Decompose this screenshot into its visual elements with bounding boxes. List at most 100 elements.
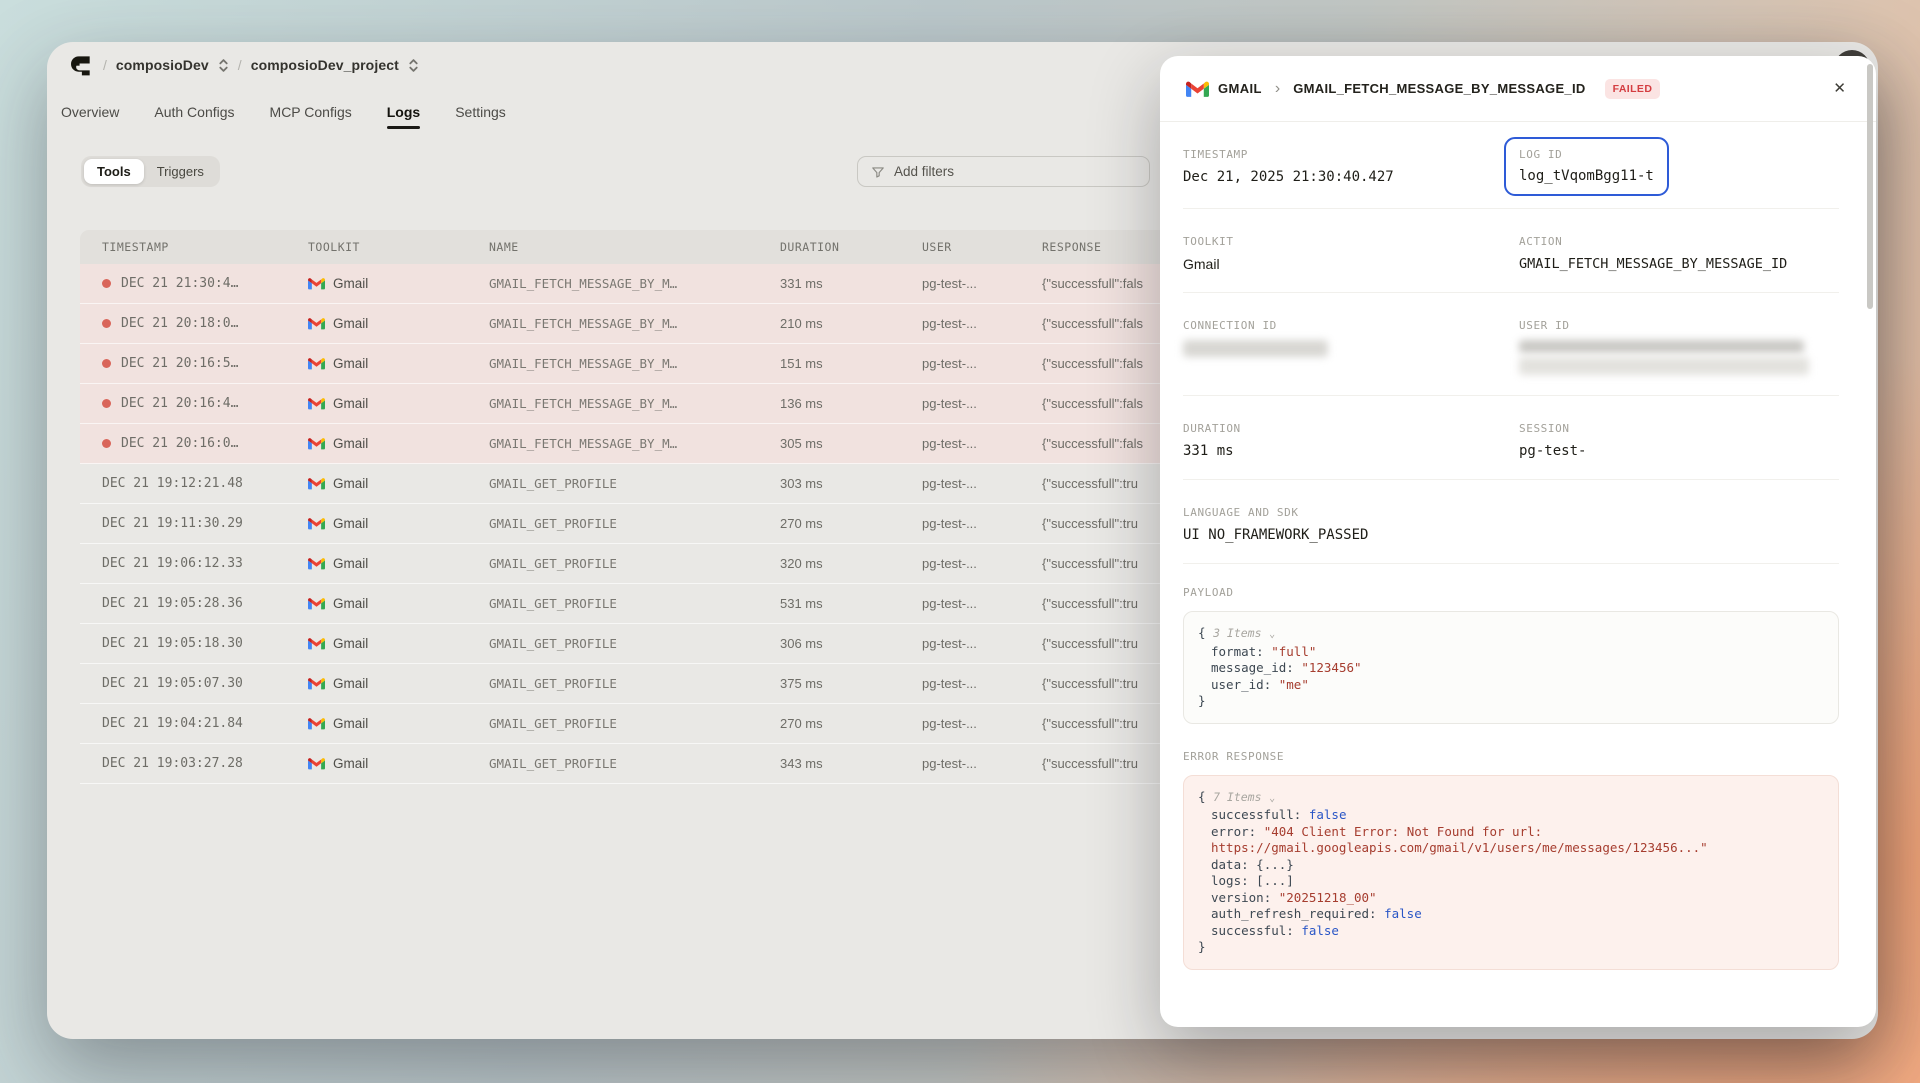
- field-label: TOOLKIT: [1183, 235, 1519, 248]
- field-row-language: LANGUAGE AND SDK UI NO_FRAMEWORK_PASSED: [1183, 480, 1839, 564]
- code-line: }: [1198, 693, 1824, 710]
- cell-duration: 531 ms: [780, 596, 922, 611]
- cell-user: pg-test-...: [922, 436, 1042, 451]
- cell-timestamp: DEC 21 20:18:0…: [102, 316, 308, 331]
- cell-user: pg-test-...: [922, 476, 1042, 491]
- error-response-section: ERROR RESPONSE { 7 Items ⌄successfull: f…: [1183, 728, 1839, 974]
- cell-toolkit: Gmail: [308, 316, 489, 331]
- panel-scrollbar[interactable]: [1867, 64, 1873, 309]
- code-line: { 3 Items ⌄: [1198, 625, 1824, 644]
- org-switcher-icon[interactable]: [218, 58, 229, 73]
- code-line: }: [1198, 939, 1824, 956]
- cell-toolkit: Gmail: [308, 516, 489, 531]
- field-timestamp: TIMESTAMP Dec 21, 2025 21:30:40.427: [1183, 148, 1519, 188]
- cell-user: pg-test-...: [922, 596, 1042, 611]
- cell-timestamp: DEC 21 19:05:18.30: [102, 636, 308, 651]
- cell-user: pg-test-...: [922, 556, 1042, 571]
- panel-toolkit-name: GMAIL: [1218, 81, 1262, 96]
- cell-timestamp: DEC 21 19:05:07.30: [102, 676, 308, 691]
- cell-user: pg-test-...: [922, 276, 1042, 291]
- field-row-toolkit-action: TOOLKIT Gmail ACTION GMAIL_FETCH_MESSAGE…: [1183, 209, 1839, 293]
- gmail-icon: [308, 437, 325, 450]
- code-line: message_id: "123456": [1198, 660, 1824, 677]
- cell-name: GMAIL_GET_PROFILE: [489, 596, 780, 611]
- tab-settings[interactable]: Settings: [455, 103, 506, 121]
- tab-auth-configs[interactable]: Auth Configs: [154, 103, 234, 121]
- org-name[interactable]: composioDev: [116, 57, 209, 73]
- cell-toolkit: Gmail: [308, 396, 489, 411]
- field-value: GMAIL_FETCH_MESSAGE_BY_MESSAGE_ID: [1519, 256, 1839, 272]
- chevron-right-icon: ›: [1275, 80, 1280, 98]
- column-header-timestamp: TIMESTAMP: [102, 240, 308, 254]
- toggle-tools[interactable]: Tools: [84, 159, 144, 184]
- cell-name: GMAIL_FETCH_MESSAGE_BY_M…: [489, 356, 780, 371]
- cell-user: pg-test-...: [922, 316, 1042, 331]
- field-label: ACTION: [1519, 235, 1839, 248]
- cell-toolkit: Gmail: [308, 476, 489, 491]
- tab-mcp-configs[interactable]: MCP Configs: [270, 103, 352, 121]
- error-response-json-viewer[interactable]: { 7 Items ⌄successfull: falseerror: "404…: [1183, 775, 1839, 970]
- add-filters-label: Add filters: [894, 164, 954, 179]
- tab-logs[interactable]: Logs: [387, 103, 420, 121]
- filter-funnel-icon: [871, 165, 885, 179]
- cell-toolkit: Gmail: [308, 276, 489, 291]
- gmail-icon: [308, 677, 325, 690]
- field-action: ACTION GMAIL_FETCH_MESSAGE_BY_MESSAGE_ID: [1519, 235, 1839, 272]
- cell-user: pg-test-...: [922, 636, 1042, 651]
- cell-timestamp: DEC 21 20:16:4…: [102, 396, 308, 411]
- close-icon[interactable]: ✕: [1829, 77, 1850, 100]
- composio-logo-icon: [69, 53, 94, 78]
- cell-name: GMAIL_GET_PROFILE: [489, 676, 780, 691]
- field-label: LANGUAGE AND SDK: [1183, 506, 1839, 519]
- cell-name: GMAIL_GET_PROFILE: [489, 556, 780, 571]
- field-duration: DURATION 331 ms: [1183, 422, 1519, 459]
- redacted-value: [1183, 340, 1328, 357]
- cell-user: pg-test-...: [922, 356, 1042, 371]
- cell-name: GMAIL_FETCH_MESSAGE_BY_M…: [489, 436, 780, 451]
- field-row-timestamp-logid: TIMESTAMP Dec 21, 2025 21:30:40.427 LOG …: [1183, 122, 1839, 209]
- field-label: USER ID: [1519, 319, 1839, 332]
- project-switcher-icon[interactable]: [408, 58, 419, 73]
- failed-status-dot-icon: [102, 319, 111, 328]
- code-line: user_id: "me": [1198, 677, 1824, 694]
- code-line: auth_refresh_required: false: [1198, 906, 1824, 923]
- project-name[interactable]: composioDev_project: [251, 57, 399, 73]
- field-label: DURATION: [1183, 422, 1519, 435]
- cell-toolkit: Gmail: [308, 596, 489, 611]
- field-row-connection-user: CONNECTION ID USER ID: [1183, 293, 1839, 396]
- cell-toolkit: Gmail: [308, 636, 489, 651]
- gmail-icon: [308, 717, 325, 730]
- cell-duration: 305 ms: [780, 436, 922, 451]
- redacted-value: [1519, 357, 1809, 375]
- payload-json-viewer[interactable]: { 3 Items ⌄format: "full"message_id: "12…: [1183, 611, 1839, 724]
- field-value: pg-test-: [1519, 443, 1839, 459]
- add-filters-button[interactable]: Add filters: [857, 156, 1150, 187]
- log-id-highlight-box[interactable]: LOG ID log_tVqomBgg11-t: [1504, 137, 1669, 196]
- cell-timestamp: DEC 21 19:11:30.29: [102, 516, 308, 531]
- field-toolkit: TOOLKIT Gmail: [1183, 235, 1519, 272]
- column-header-user: USER: [922, 240, 1042, 254]
- gmail-icon: [308, 517, 325, 530]
- cell-timestamp: DEC 21 20:16:5…: [102, 356, 308, 371]
- cell-toolkit: Gmail: [308, 756, 489, 771]
- toggle-triggers[interactable]: Triggers: [144, 159, 217, 184]
- code-line: format: "full": [1198, 644, 1824, 661]
- code-line: successful: false: [1198, 923, 1824, 940]
- cell-name: GMAIL_GET_PROFILE: [489, 516, 780, 531]
- cell-user: pg-test-...: [922, 756, 1042, 771]
- cell-name: GMAIL_GET_PROFILE: [489, 636, 780, 651]
- failed-status-dot-icon: [102, 279, 111, 288]
- gmail-icon: [308, 557, 325, 570]
- field-log-id: LOG ID log_tVqomBgg11-t: [1519, 148, 1839, 188]
- error-response-label: ERROR RESPONSE: [1183, 750, 1839, 763]
- tab-overview[interactable]: Overview: [61, 103, 119, 121]
- cell-name: GMAIL_GET_PROFILE: [489, 756, 780, 771]
- code-line: successfull: false: [1198, 807, 1824, 824]
- log-detail-header: GMAIL › GMAIL_FETCH_MESSAGE_BY_MESSAGE_I…: [1160, 56, 1876, 122]
- cell-duration: 375 ms: [780, 676, 922, 691]
- cell-name: GMAIL_GET_PROFILE: [489, 476, 780, 491]
- field-label: SESSION: [1519, 422, 1839, 435]
- cell-timestamp: DEC 21 19:03:27.28: [102, 756, 308, 771]
- breadcrumb-separator: /: [238, 57, 242, 73]
- cell-timestamp: DEC 21 21:30:4…: [102, 276, 308, 291]
